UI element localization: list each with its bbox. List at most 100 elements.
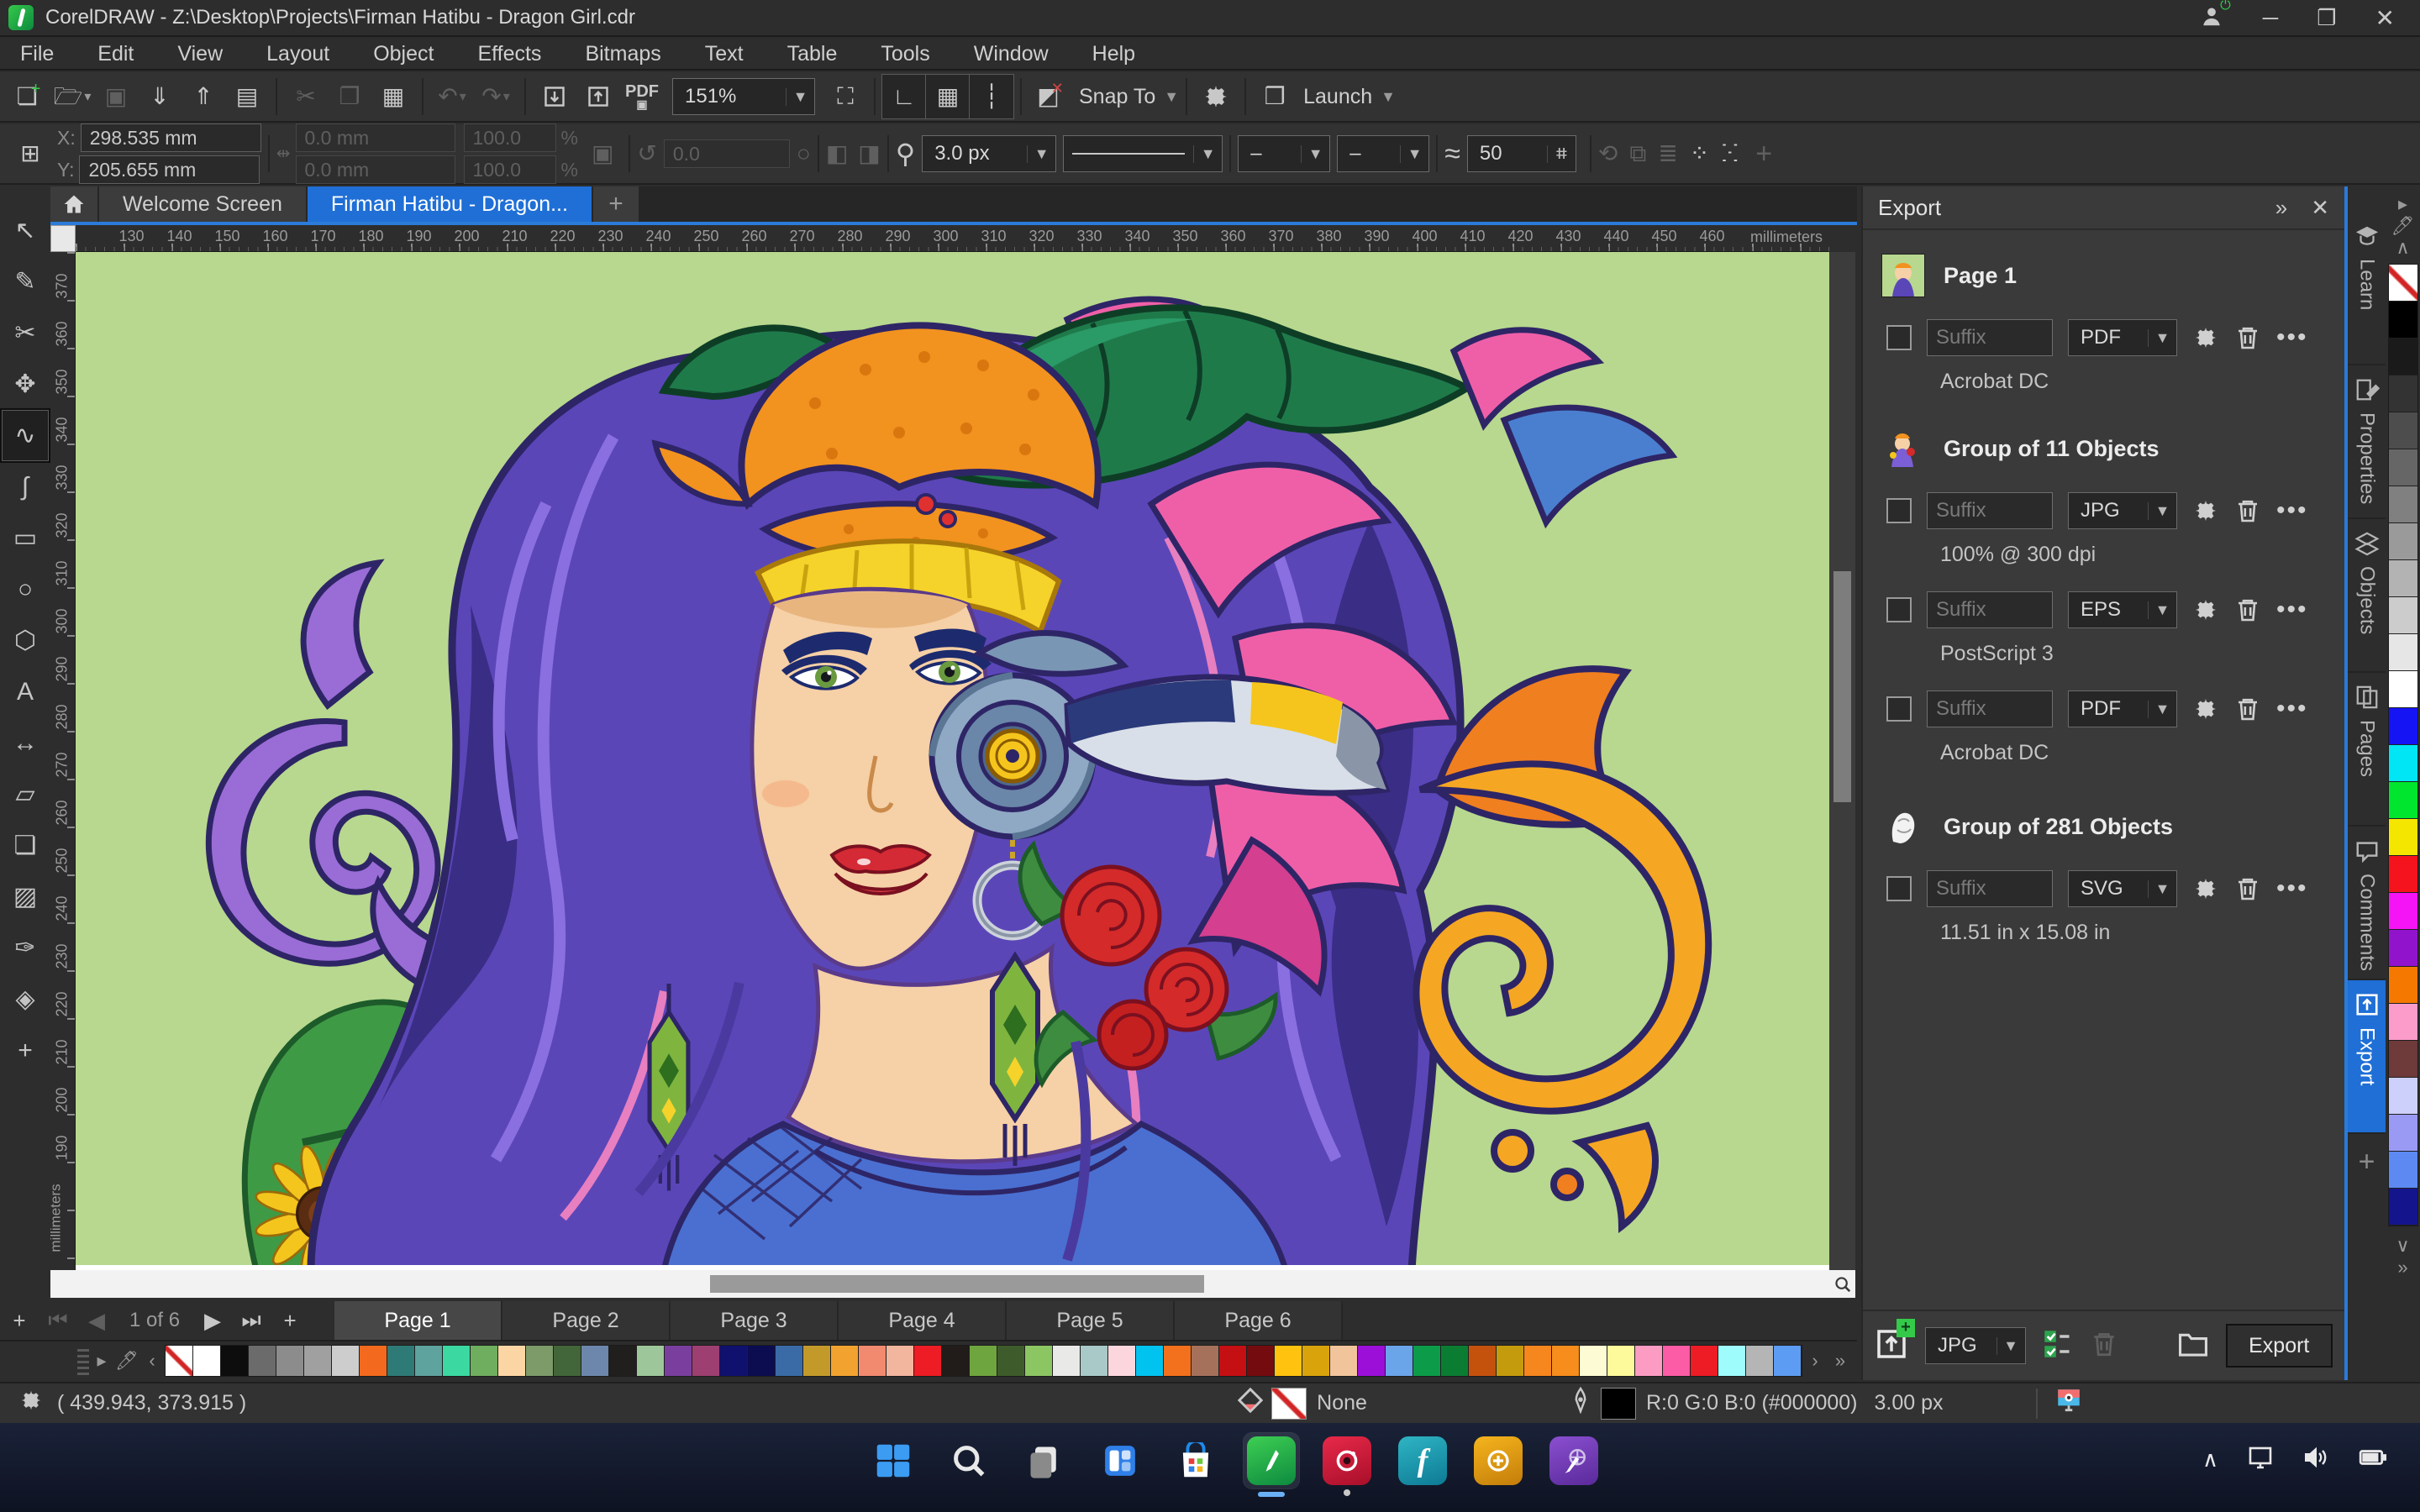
font-manager-taskbar-icon[interactable]: f <box>1395 1433 1450 1488</box>
select-all-checkbox-icon[interactable] <box>2043 1329 2073 1363</box>
add-export-item-icon[interactable]: + <box>1875 1318 1915 1365</box>
palette-swatch[interactable] <box>692 1346 720 1376</box>
horizontal-scrollbar[interactable] <box>76 1270 1829 1298</box>
object-height-field[interactable] <box>295 155 455 184</box>
collapse-docker-icon[interactable]: » <box>2275 195 2287 221</box>
menu-item[interactable]: Text <box>705 42 744 66</box>
delete-export-icon[interactable] <box>2234 596 2261 623</box>
volume-icon[interactable] <box>2302 1444 2329 1475</box>
page-tab[interactable]: Page 2 <box>502 1301 671 1340</box>
export-settings-gear-icon[interactable] <box>2192 324 2219 351</box>
outline-pen-icon[interactable] <box>1569 1386 1592 1420</box>
palette-swatch[interactable] <box>1607 1346 1635 1376</box>
palette-swatch[interactable] <box>360 1346 387 1376</box>
export-settings-gear-icon[interactable] <box>2192 497 2219 524</box>
palette-options-arrow-icon[interactable]: ▸ <box>2391 193 2416 215</box>
export-settings-gear-icon[interactable] <box>2192 596 2219 623</box>
toolbox-tool[interactable]: ❏ <box>2 820 49 871</box>
format-select[interactable]: EPS ▼ <box>2068 591 2177 628</box>
format-select[interactable]: JPG ▼ <box>2068 492 2177 529</box>
close-button[interactable]: ✕ <box>2375 4 2395 32</box>
docker-tab-objects[interactable]: Objects <box>2348 519 2386 673</box>
docker-tab-export[interactable]: Export <box>2348 980 2386 1134</box>
palette-swatch[interactable] <box>1691 1346 1718 1376</box>
toolbox-tool[interactable]: ↔ <box>2 717 49 769</box>
restore-button[interactable]: ❐ <box>2317 5 2336 31</box>
palette-swatch[interactable] <box>2388 893 2417 930</box>
x-position-field[interactable] <box>80 123 261 152</box>
toolbox-tool[interactable]: ✎ <box>2 256 49 307</box>
palette-swatch[interactable] <box>609 1346 637 1376</box>
palette-swatch[interactable] <box>249 1346 276 1376</box>
first-page-icon[interactable]: ⏮ <box>39 1301 77 1340</box>
cut-button[interactable]: ✂ <box>284 75 328 118</box>
format-select[interactable]: PDF ▼ <box>2068 319 2177 356</box>
toolbox-tool[interactable]: ◈ <box>2 974 49 1025</box>
fill-color-icon[interactable] <box>1237 1387 1264 1419</box>
photo-paint-taskbar-icon[interactable] <box>1319 1433 1375 1496</box>
docker-tab-comments[interactable]: Comments <box>2348 827 2386 980</box>
palette-swatch[interactable] <box>332 1346 360 1376</box>
palette-swatch[interactable] <box>914 1346 942 1376</box>
zoom-level-select[interactable]: 151% ▼ <box>672 78 815 115</box>
grid-dots-icon[interactable]: ⁘ <box>1690 142 1709 165</box>
fullscreen-preview-button[interactable]: ⛶ <box>823 75 867 118</box>
delete-export-icon[interactable] <box>2234 696 2261 722</box>
palette-swatch[interactable] <box>803 1346 831 1376</box>
outline-width-select[interactable]: 3.0 px ▼ <box>922 135 1057 172</box>
palette-swatch[interactable] <box>193 1346 221 1376</box>
toolbox-tool[interactable]: ✑ <box>2 922 49 974</box>
launch-dropdown[interactable]: ▼ <box>1381 88 1396 106</box>
palette-swatch[interactable] <box>415 1346 443 1376</box>
snap-off-icon[interactable]: ◩ ✕ <box>1028 75 1072 118</box>
paste-button[interactable]: ▦ <box>371 75 415 118</box>
object-width-field[interactable] <box>295 123 455 152</box>
new-tab-button[interactable]: + <box>592 186 639 222</box>
open-button[interactable]: 🗁 ▾ <box>50 75 94 118</box>
save-button[interactable]: ▣ <box>94 75 138 118</box>
palette-swatch[interactable] <box>2388 708 2417 745</box>
menu-item[interactable]: Edit <box>97 42 134 66</box>
palette-swatch[interactable] <box>1497 1346 1524 1376</box>
menu-item[interactable]: Effects <box>477 42 541 66</box>
toolbox-tool[interactable]: ↖ <box>2 205 49 256</box>
smoothing-slider[interactable]: 50 ⵌ <box>1466 135 1576 172</box>
palette-swatch[interactable] <box>776 1346 803 1376</box>
footer-format-select[interactable]: JPG ▼ <box>1925 1327 2026 1364</box>
copy-button[interactable]: ❐ <box>328 75 371 118</box>
palette-swatch[interactable] <box>2388 339 2417 375</box>
palette-swatch[interactable] <box>2388 302 2417 339</box>
palette-swatch[interactable] <box>637 1346 665 1376</box>
export-settings-gear-icon[interactable] <box>2192 696 2219 722</box>
docker-tab-learn[interactable]: Learn <box>2348 212 2386 365</box>
palette-swatch[interactable] <box>1746 1346 1774 1376</box>
palette-swatch[interactable] <box>1524 1346 1552 1376</box>
palette-swatch[interactable] <box>859 1346 886 1376</box>
suffix-input[interactable] <box>1927 492 2053 529</box>
suffix-input[interactable] <box>1927 870 2053 907</box>
palette-swatch[interactable] <box>1219 1346 1247 1376</box>
palette-swatch[interactable] <box>2388 1115 2417 1152</box>
toolbox-tool[interactable]: ∫ <box>2 461 49 512</box>
search-icon[interactable] <box>941 1433 997 1488</box>
palette-swatch[interactable] <box>443 1346 471 1376</box>
toolbox-tool[interactable]: ○ <box>2 564 49 615</box>
scale-y-field[interactable] <box>463 155 556 184</box>
palette-swatch[interactable] <box>1053 1346 1081 1376</box>
document-color-settings-icon[interactable] <box>2054 1386 2083 1420</box>
format-select[interactable]: PDF ▼ <box>2068 690 2177 727</box>
palette-swatch[interactable] <box>1081 1346 1108 1376</box>
palette-swatch[interactable] <box>2388 930 2417 967</box>
palette-swatch[interactable] <box>1192 1346 1219 1376</box>
page-tab[interactable]: Page 4 <box>839 1301 1007 1340</box>
palette-swatch[interactable] <box>886 1346 914 1376</box>
palette-expand-icon[interactable]: » <box>1828 1350 1853 1372</box>
export-action-button[interactable]: Export <box>2225 1324 2333 1368</box>
palette-swatch[interactable] <box>1136 1346 1164 1376</box>
toolbox-tool[interactable]: ∿ <box>0 408 50 463</box>
delete-export-icon[interactable] <box>2234 875 2261 902</box>
palette-swatch[interactable] <box>997 1346 1025 1376</box>
fill-swatch[interactable] <box>1271 1387 1307 1420</box>
palette-swatch[interactable] <box>2388 1152 2417 1189</box>
show-rulers-button[interactable]: ∟ <box>881 74 927 119</box>
